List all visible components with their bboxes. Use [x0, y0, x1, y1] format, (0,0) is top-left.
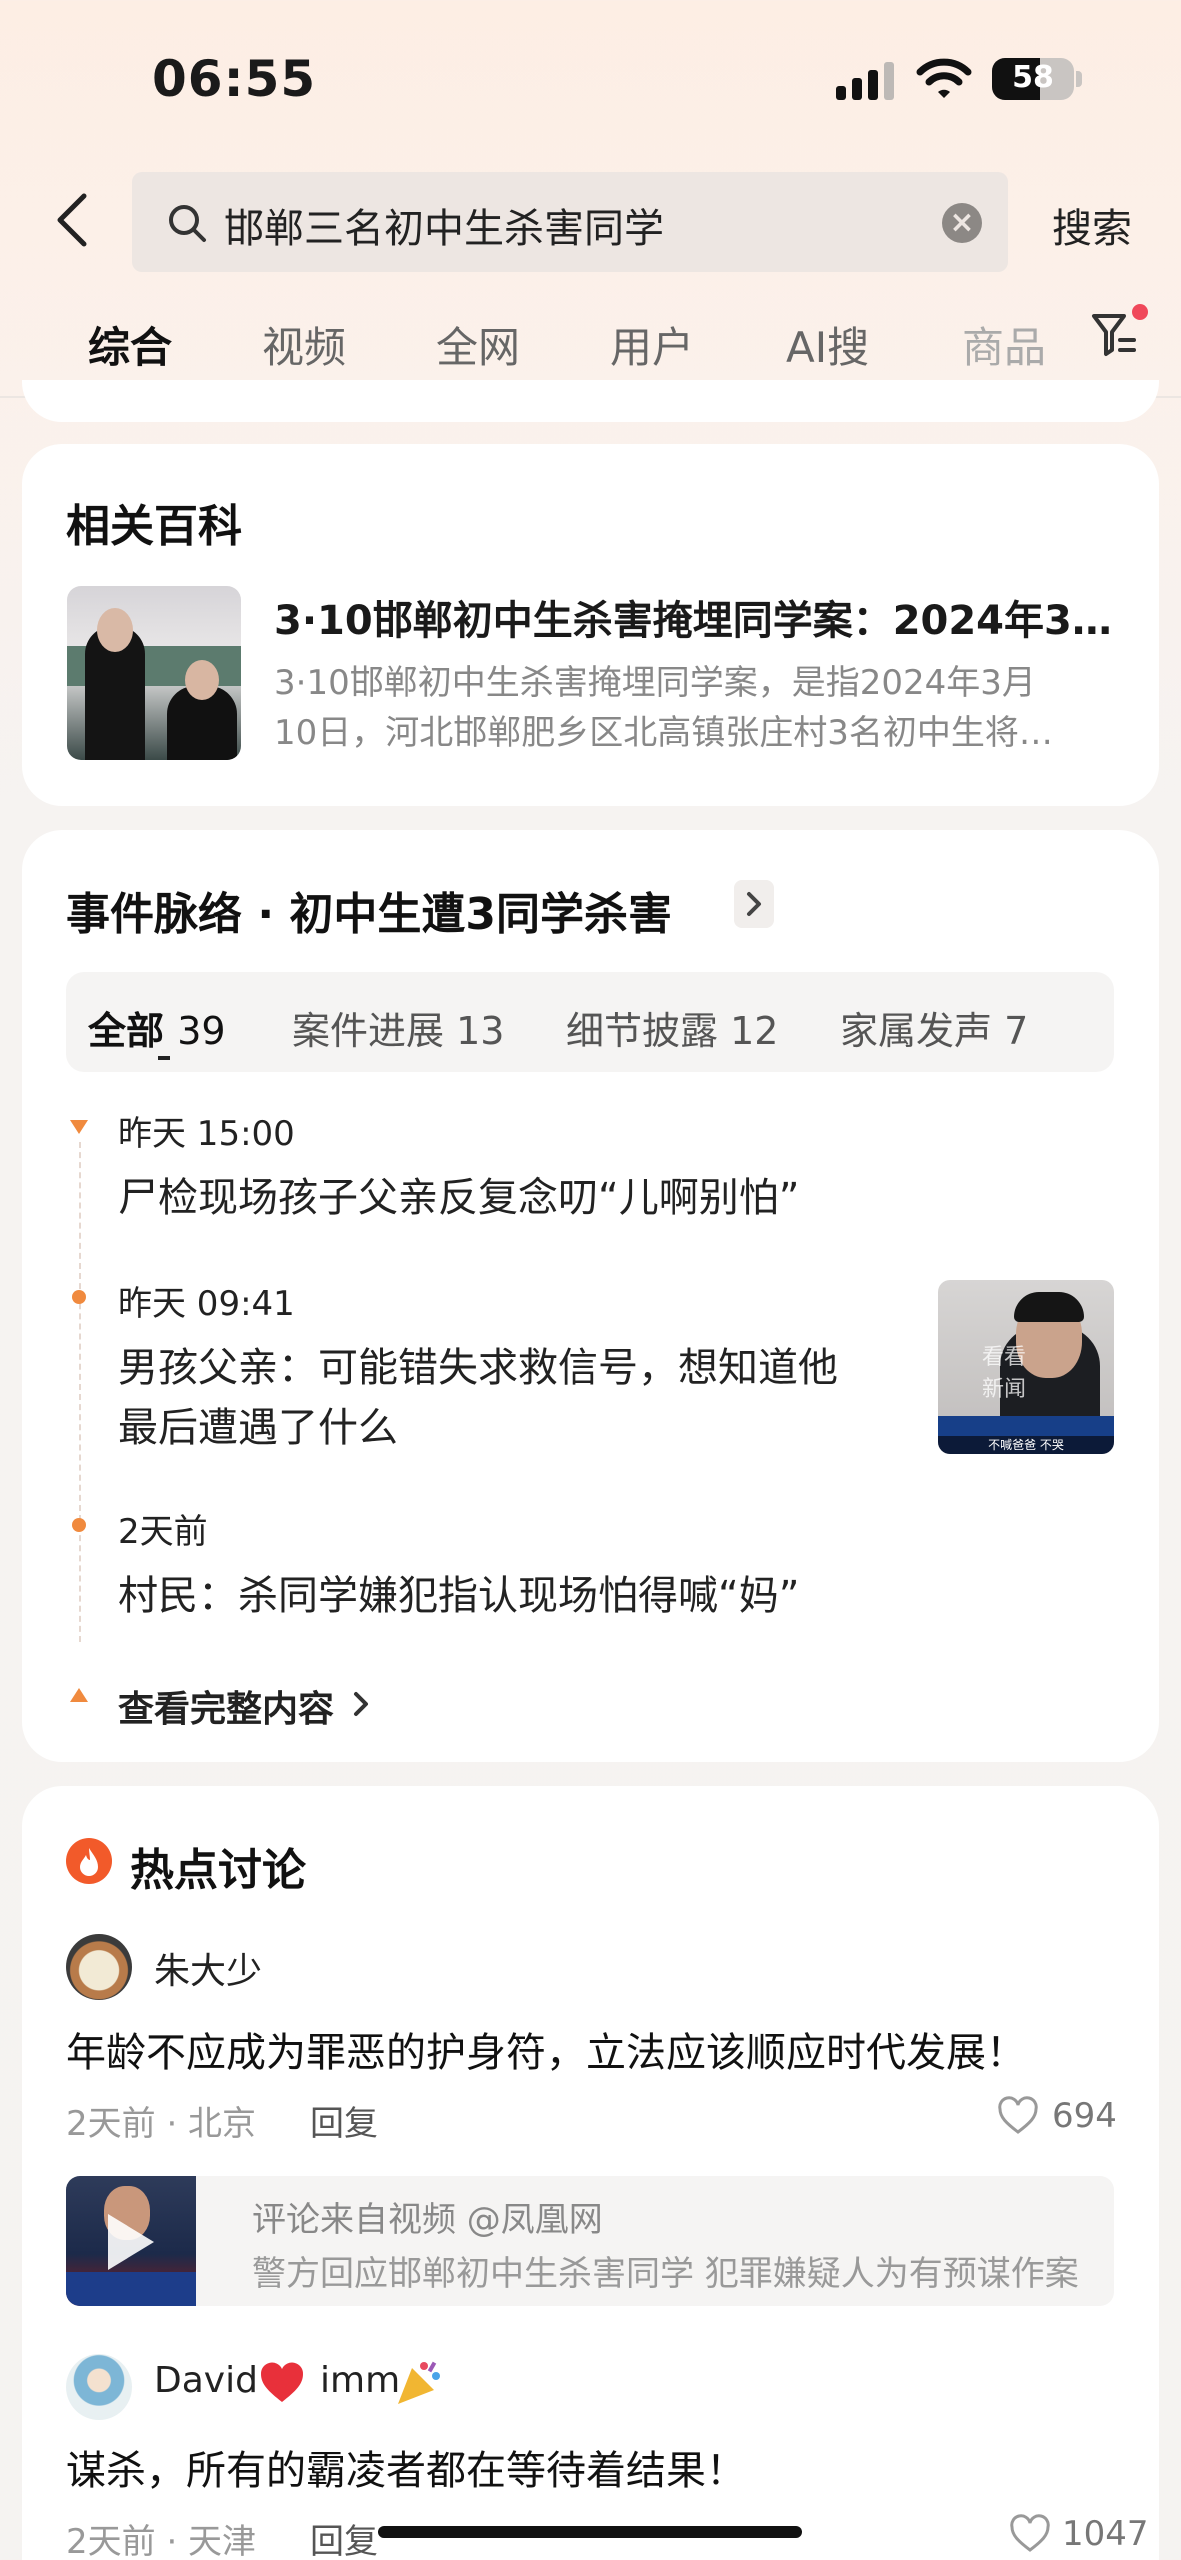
timeline-title[interactable]: 事件脉络 · 初中生遭3同学杀害 — [66, 878, 672, 942]
red-heart-emoji-icon — [260, 2362, 304, 2402]
status-time: 06:55 — [152, 50, 317, 108]
comment-username-suffix[interactable]: imm — [320, 2360, 400, 2401]
avatar[interactable] — [66, 2354, 132, 2420]
encyclopedia-desc-line: 3·10邯郸初中生杀害掩埋同学案，是指2024年3月 — [274, 663, 1036, 703]
timeline-filter-bar: 全部 39 案件进展 13 细节披露 12 家属发声 7 — [66, 972, 1114, 1072]
timeline-item-text[interactable]: 尸检现场孩子父亲反复念叨“儿啊别怕” — [118, 1168, 799, 1228]
like-count: 1047 — [1062, 2514, 1149, 2554]
timeline-item-time: 昨天 09:41 — [118, 1284, 295, 1324]
previous-card-edge — [22, 380, 1159, 422]
party-popper-emoji-icon — [398, 2361, 440, 2404]
status-bar: 06:55 58 — [0, 0, 1181, 160]
search-input[interactable]: 邯郸三名初中生杀害同学 × — [132, 172, 1008, 272]
flame-glyph — [80, 1848, 98, 1876]
filter-count: 7 — [1004, 1009, 1029, 1053]
thumbnail-watermark: 看看 新闻 — [982, 1345, 1027, 1402]
filter-all[interactable]: 全部 39 — [88, 1000, 226, 1055]
back-arrow-icon[interactable] — [50, 190, 100, 250]
timeline-item-time: 昨天 15:00 — [118, 1114, 295, 1154]
battery-tip — [1076, 71, 1082, 87]
heart-icon[interactable] — [1008, 2514, 1052, 2554]
avatar[interactable] — [66, 1934, 132, 2000]
search-button[interactable]: 搜索 — [1052, 196, 1132, 254]
tab-products[interactable]: 商品 — [962, 314, 1046, 375]
filter-family[interactable]: 家属发声 7 — [840, 1000, 1028, 1055]
view-full-content-link[interactable]: 查看完整内容 — [118, 1680, 334, 1732]
battery-percent: 58 — [1012, 60, 1054, 95]
timeline-dot — [72, 1518, 86, 1532]
thumbnail-caption: 不喊爸爸 不哭 — [938, 1436, 1114, 1454]
source-label: 评论来自视频 @凤凰网 — [252, 2200, 603, 2240]
encyclopedia-desc-line: 10日，河北邯郸肥乡区北高镇张庄村3名初中生将… — [274, 713, 1053, 753]
reply-button[interactable]: 回复 — [310, 2514, 378, 2560]
event-timeline-card: 事件脉络 · 初中生遭3同学杀害 全部 39 案件进展 13 细节披露 12 家… — [22, 830, 1159, 1762]
timeline-video-thumbnail[interactable]: 看看 新闻 不喊爸爸 不哭 — [938, 1280, 1114, 1454]
timeline-text-line: 男孩父亲：可能错失求救信号，想知道他 — [118, 1345, 838, 1391]
encyclopedia-title[interactable]: 3·10邯郸初中生杀害掩埋同学案：2024年3月10日发生的刑事案件 — [274, 588, 1134, 646]
cellular-signal-icon — [836, 62, 896, 100]
encyclopedia-thumbnail — [67, 586, 241, 760]
active-filter-indicator — [158, 1056, 170, 1060]
encyclopedia-card[interactable]: 相关百科 3·10邯郸初中生杀害掩埋同学案：2024年3月10日发生的刑事案件 … — [22, 444, 1159, 806]
filter-label: 案件进展 — [292, 1009, 445, 1053]
tab-users[interactable]: 用户 — [610, 314, 694, 375]
battery-icon: 58 — [992, 58, 1074, 100]
hot-discussion-title: 热点讨论 — [130, 1845, 306, 1896]
filter-case-progress[interactable]: 案件进展 13 — [292, 1000, 504, 1055]
encyclopedia-description: 3·10邯郸初中生杀害掩埋同学案，是指2024年3月 10日，河北邯郸肥乡区北高… — [274, 658, 1134, 758]
home-indicator[interactable] — [378, 2526, 802, 2538]
tab-ai-search[interactable]: AI搜 — [786, 314, 869, 375]
tab-web[interactable]: 全网 — [436, 314, 520, 375]
search-query: 邯郸三名初中生杀害同学 — [224, 206, 664, 252]
timeline-item-time: 2天前 — [118, 1512, 208, 1552]
timeline-text-line: 最后遭遇了什么 — [118, 1405, 398, 1451]
comment-username[interactable]: David — [154, 2360, 258, 2401]
timeline-dot — [72, 1290, 86, 1304]
filter-count: 13 — [456, 1009, 505, 1053]
heart-icon[interactable] — [996, 2096, 1040, 2136]
source-video-thumbnail — [66, 2176, 196, 2306]
hot-discussion-card: 热点讨论 朱大少 年龄不应成为罪恶的护身符，立法应该顺应时代发展！ 2天前 · … — [22, 1786, 1159, 2560]
timeline-item-text[interactable]: 男孩父亲：可能错失求救信号，想知道他 最后遭遇了什么 — [118, 1338, 838, 1458]
comment-meta: 2天前 · 天津 — [66, 2522, 257, 2560]
tab-comprehensive[interactable]: 综合 — [88, 314, 172, 375]
filter-notification-dot — [1132, 304, 1148, 320]
source-video-title: 警方回应邯郸初中生杀害同学 犯罪嫌疑人为有预谋作案 — [252, 2254, 1079, 2294]
filter-icon[interactable] — [1090, 310, 1138, 360]
tab-video[interactable]: 视频 — [262, 314, 346, 375]
encyclopedia-section-title: 相关百科 — [66, 501, 242, 552]
timeline-start-marker — [70, 1120, 88, 1134]
clear-icon[interactable]: × — [942, 203, 982, 243]
chevron-right-icon[interactable] — [734, 880, 774, 928]
search-icon — [169, 205, 206, 242]
reply-button[interactable]: 回复 — [310, 2096, 378, 2145]
play-icon — [108, 2214, 154, 2270]
comment-text[interactable]: 谋杀，所有的霸凌者都在等待着结果！ — [66, 2438, 746, 2496]
filter-label: 细节披露 — [566, 1009, 719, 1053]
filter-label: 全部 — [88, 1009, 165, 1053]
comment-username[interactable]: 朱大少 — [154, 1942, 262, 1994]
filter-count: 39 — [177, 1009, 226, 1053]
comment-meta: 2天前 · 北京 — [66, 2104, 257, 2144]
filter-count: 12 — [730, 1009, 779, 1053]
comment-source-video[interactable]: 评论来自视频 @凤凰网 警方回应邯郸初中生杀害同学 犯罪嫌疑人为有预谋作案 — [66, 2176, 1114, 2306]
filter-details[interactable]: 细节披露 12 — [566, 1000, 778, 1055]
chevron-right-icon[interactable] — [348, 1686, 374, 1722]
like-count: 694 — [1052, 2096, 1117, 2136]
wifi-icon — [916, 58, 972, 98]
comment-text[interactable]: 年龄不应成为罪恶的护身符，立法应该顺应时代发展！ — [66, 2020, 1026, 2078]
timeline-end-marker — [70, 1688, 88, 1702]
filter-label: 家属发声 — [840, 1009, 993, 1053]
timeline-line — [79, 1142, 81, 1642]
timeline-item-text[interactable]: 村民：杀同学嫌犯指认现场怕得喊“妈” — [118, 1566, 799, 1626]
